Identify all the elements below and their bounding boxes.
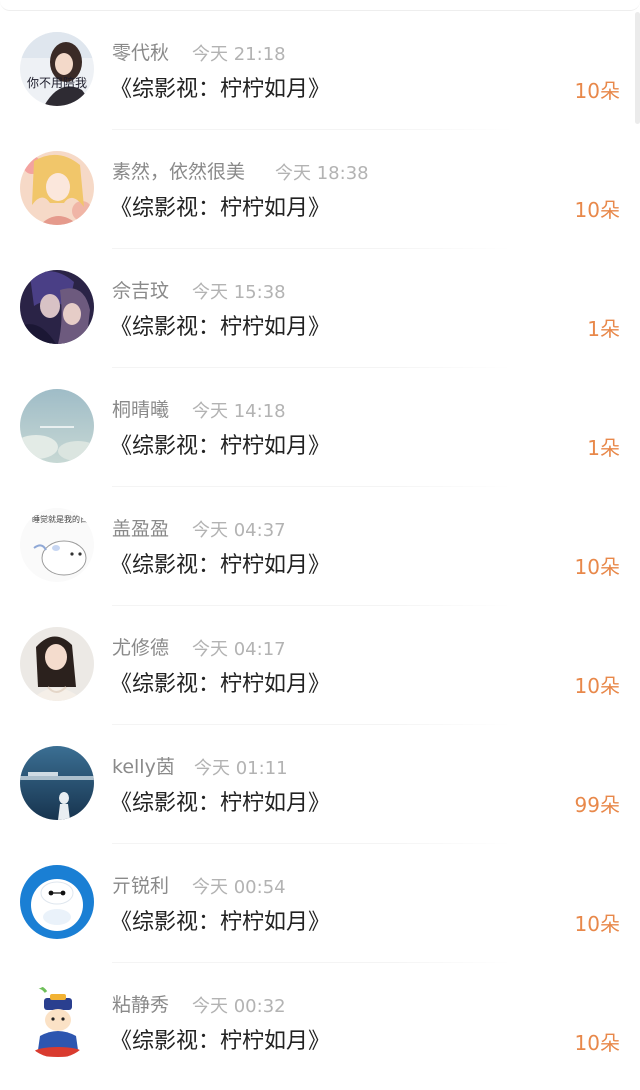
username[interactable]: 盖盈盈 (112, 514, 169, 541)
timestamp: 今天 00:54 (192, 877, 286, 898)
girl-photo-avatar-icon: 你不用陪我 (20, 32, 94, 106)
book-title[interactable]: 《综影视：柠柠如月》 (110, 309, 330, 341)
timestamp: 今天 21:18 (192, 44, 286, 65)
username[interactable]: 零代秋 (112, 38, 169, 65)
flower-count: 1朵 (587, 436, 620, 460)
avatar[interactable] (20, 746, 94, 820)
anime-girl-avatar-icon (20, 151, 94, 225)
avatar[interactable] (20, 627, 94, 701)
list-item[interactable]: 粘静秀 今天 00:32 《综影视：柠柠如月》 10朵 (0, 952, 640, 1071)
username[interactable]: 粘静秀 (112, 990, 169, 1017)
avatar[interactable] (20, 151, 94, 225)
list-item[interactable]: 尤修德 今天 04:17 《综影视：柠柠如月》 10朵 (0, 595, 640, 725)
flower-count: 99朵 (574, 793, 620, 817)
list-item[interactable]: kelly茵 今天 01:11 《综影视：柠柠如月》 99朵 (0, 714, 640, 844)
flower-count: 10朵 (574, 198, 620, 222)
list-item[interactable]: 桐晴曦 今天 14:18 《综影视：柠柠如月》 1朵 (0, 357, 640, 487)
timestamp: 今天 15:38 (192, 282, 286, 303)
avatar[interactable] (20, 865, 94, 939)
username[interactable]: 桐晴曦 (112, 395, 169, 422)
username[interactable]: 亓锐利 (112, 871, 169, 898)
avatar[interactable]: 睡觉就是我的日 (20, 508, 94, 582)
username[interactable]: 尤修德 (112, 633, 169, 660)
book-title[interactable]: 《综影视：柠柠如月》 (110, 666, 330, 698)
book-title[interactable]: 《综影视：柠柠如月》 (110, 547, 330, 579)
list-item[interactable]: 佘吉玟 今天 15:38 《综影视：柠柠如月》 1朵 (0, 238, 640, 368)
timestamp: 今天 04:17 (192, 639, 286, 660)
avatar-caption: 你不用陪我 (27, 75, 87, 90)
list-item[interactable]: 亓锐利 今天 00:54 《综影视：柠柠如月》 10朵 (0, 833, 640, 963)
list-item[interactable]: 素然，依然很美 今天 18:38 《综影视：柠柠如月》 10朵 (0, 119, 640, 249)
flower-count: 10朵 (574, 912, 620, 936)
woman-photo-avatar-icon (20, 627, 94, 701)
flower-count: 10朵 (574, 674, 620, 698)
timestamp: 今天 00:32 (192, 996, 286, 1017)
timestamp: 今天 18:38 (275, 163, 369, 184)
flower-count: 10朵 (574, 555, 620, 579)
baymax-avatar-icon (20, 865, 94, 939)
flower-count: 10朵 (574, 1031, 620, 1055)
anime-couple-avatar-icon (20, 270, 94, 344)
book-title[interactable]: 《综影视：柠柠如月》 (110, 904, 330, 936)
flower-count: 1朵 (587, 317, 620, 341)
list-item[interactable]: 睡觉就是我的日 盖盈盈 今天 04:37 《综影视：柠柠如月》 10朵 (0, 476, 640, 606)
timestamp: 今天 14:18 (192, 401, 286, 422)
book-title[interactable]: 《综影视：柠柠如月》 (110, 428, 330, 460)
list-item[interactable]: 你不用陪我 零代秋 今天 21:18 《综影视：柠柠如月》 10朵 (0, 0, 640, 130)
book-title[interactable]: 《综影视：柠柠如月》 (110, 1023, 330, 1055)
avatar[interactable] (20, 270, 94, 344)
avatar[interactable]: 你不用陪我 (20, 32, 94, 106)
book-title[interactable]: 《综影视：柠柠如月》 (110, 190, 330, 222)
timestamp: 今天 01:11 (194, 758, 288, 779)
flower-count: 10朵 (574, 79, 620, 103)
username[interactable]: 佘吉玟 (112, 276, 169, 303)
seaside-avatar-icon (20, 746, 94, 820)
avatar[interactable] (20, 984, 94, 1058)
username[interactable]: kelly茵 (112, 752, 175, 779)
timestamp: 今天 04:37 (192, 520, 286, 541)
avatar-caption: 睡觉就是我的日 (32, 514, 88, 524)
sky-avatar-icon (20, 389, 94, 463)
username[interactable]: 素然，依然很美 (112, 157, 245, 184)
avatar[interactable] (20, 389, 94, 463)
cartoon-kid-avatar-icon (20, 984, 94, 1058)
book-title[interactable]: 《综影视：柠柠如月》 (110, 785, 330, 817)
hamster-cartoon-avatar-icon: 睡觉就是我的日 (20, 508, 94, 582)
book-title[interactable]: 《综影视：柠柠如月》 (110, 71, 330, 103)
